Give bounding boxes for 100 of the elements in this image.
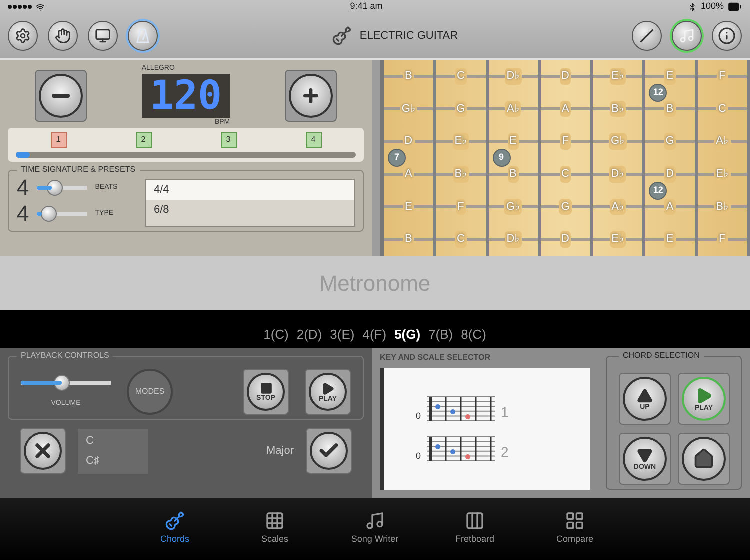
fret-note[interactable]: C	[454, 231, 467, 248]
down-triangle-icon	[637, 448, 653, 464]
fret-note[interactable]: G	[559, 198, 572, 216]
tab-item[interactable]: Scales	[245, 511, 305, 547]
scale-degree[interactable]: 7(B)	[428, 324, 454, 344]
fret-note[interactable]: C	[560, 166, 572, 183]
signal-dots-icon	[8, 5, 32, 9]
fret-note[interactable]: A♭	[714, 133, 730, 150]
plus-icon	[300, 86, 321, 106]
home-icon	[693, 448, 715, 470]
play-icon	[695, 386, 713, 404]
fret-note[interactable]: E♭	[610, 231, 626, 248]
scale-degree[interactable]: 1(C)	[264, 324, 289, 344]
guitar-icon	[165, 511, 185, 532]
fret-note[interactable]: B	[664, 100, 676, 118]
fret-note[interactable]: E	[664, 231, 676, 248]
fret-note[interactable]: B♭	[610, 100, 626, 118]
fret-note[interactable]: E♭	[610, 68, 626, 85]
fret-note[interactable]: F	[560, 133, 571, 150]
fret-note[interactable]: B	[508, 166, 519, 183]
music-note-icon	[365, 511, 385, 532]
plus-button[interactable]	[284, 70, 337, 122]
type-value: 4	[17, 201, 30, 227]
toolbar-button[interactable]	[88, 21, 118, 51]
preset-item[interactable]: 4/4	[146, 180, 354, 200]
home-button[interactable]	[678, 433, 730, 485]
scale-item[interactable]: Major	[266, 442, 294, 460]
tab-item[interactable]: Song Writer	[345, 511, 405, 547]
fret-note[interactable]: C	[716, 100, 728, 118]
grid-icon	[565, 511, 585, 532]
fret-note[interactable]: A♭	[610, 198, 626, 216]
status-time: 9:41 am	[350, 0, 383, 14]
monitor-icon	[95, 28, 111, 44]
minus-button[interactable]	[35, 70, 88, 122]
fret-note[interactable]: G♭	[608, 133, 627, 150]
slider-thumb[interactable]	[47, 180, 64, 196]
chord-diagram-drawing[interactable]	[425, 435, 498, 463]
fret-note[interactable]: D♭	[609, 166, 626, 183]
fret-note[interactable]: G♭	[504, 198, 522, 216]
scale-degree[interactable]: 8(C)	[461, 324, 486, 344]
fret-note[interactable]: D	[664, 166, 676, 183]
modes-button[interactable]: MODES	[127, 369, 173, 415]
tab-item[interactable]: Chords	[145, 511, 205, 547]
scale-degree[interactable]: 2(D)	[296, 324, 322, 344]
fret-number: 0	[416, 450, 422, 462]
preset-item[interactable]: 6/8	[146, 200, 354, 220]
play-icon	[321, 382, 335, 396]
key-item[interactable]: C♯	[86, 453, 140, 470]
toolbar-button[interactable]	[48, 21, 78, 51]
fret-note[interactable]: A♭	[505, 100, 522, 118]
fret-marker: 7	[388, 149, 406, 168]
stylus-icon	[638, 27, 656, 45]
fret-note[interactable]: G	[454, 100, 468, 118]
fret-note[interactable]: E	[664, 68, 676, 85]
fret-marker: 12	[649, 84, 668, 102]
fret-note[interactable]: F	[456, 198, 466, 216]
fret-note[interactable]: D♭	[504, 231, 522, 248]
toolbar-button[interactable]	[712, 21, 742, 51]
confirm-button[interactable]	[306, 428, 352, 474]
fret-note[interactable]: D♭	[504, 68, 522, 85]
toolbar-button[interactable]	[128, 21, 158, 51]
battery-percent: 100%	[700, 0, 724, 14]
fret-note[interactable]: G	[664, 133, 676, 150]
fret-marker: 12	[649, 182, 668, 200]
fret-note[interactable]: C	[454, 68, 467, 85]
fret-note[interactable]: E	[508, 133, 519, 150]
toolbar-button[interactable]	[672, 21, 702, 51]
toolbar-button[interactable]	[8, 21, 38, 51]
scale-degree[interactable]: 4(F)	[362, 324, 387, 344]
chord-number: 2	[501, 443, 509, 462]
fret-note[interactable]: D	[560, 68, 572, 85]
chord-number: 1	[501, 403, 509, 422]
fret-note[interactable]: B♭	[452, 166, 470, 183]
scale-degree[interactable]: 5(G)	[394, 324, 421, 344]
fret-note[interactable]: D	[560, 231, 572, 248]
fret-note[interactable]: E♭	[714, 166, 730, 183]
fret-note[interactable]: G♭	[400, 100, 418, 118]
fret-note[interactable]: A	[664, 198, 676, 216]
fret-note[interactable]: D	[402, 133, 415, 150]
toolbar-button[interactable]	[632, 21, 662, 51]
metronome-icon	[135, 28, 151, 44]
minus-icon	[52, 94, 70, 98]
fret-note[interactable]: E♭	[452, 133, 470, 150]
info-icon	[718, 27, 736, 45]
tab-item[interactable]: Fretboard	[445, 511, 505, 547]
grid-icon	[265, 511, 285, 532]
beat-indicator: 3	[220, 132, 236, 148]
toolbar-title: ELECTRIC GUITAR	[360, 28, 458, 44]
scale-degree[interactable]: 3(E)	[330, 324, 355, 344]
slider-thumb[interactable]	[40, 206, 57, 222]
section-title: KEY AND SCALE SELECTOR	[380, 352, 492, 364]
fret-marker: 9	[492, 149, 511, 168]
fret-note[interactable]: A	[560, 100, 572, 118]
fret-note[interactable]: B♭	[714, 198, 730, 216]
beat-indicator: 1	[50, 132, 66, 148]
chord-diagram-drawing[interactable]	[425, 395, 498, 423]
key-item[interactable]: C	[86, 432, 140, 449]
tab-item[interactable]: Compare	[545, 511, 605, 547]
cancel-button[interactable]	[20, 428, 66, 474]
columns-icon	[465, 511, 485, 532]
